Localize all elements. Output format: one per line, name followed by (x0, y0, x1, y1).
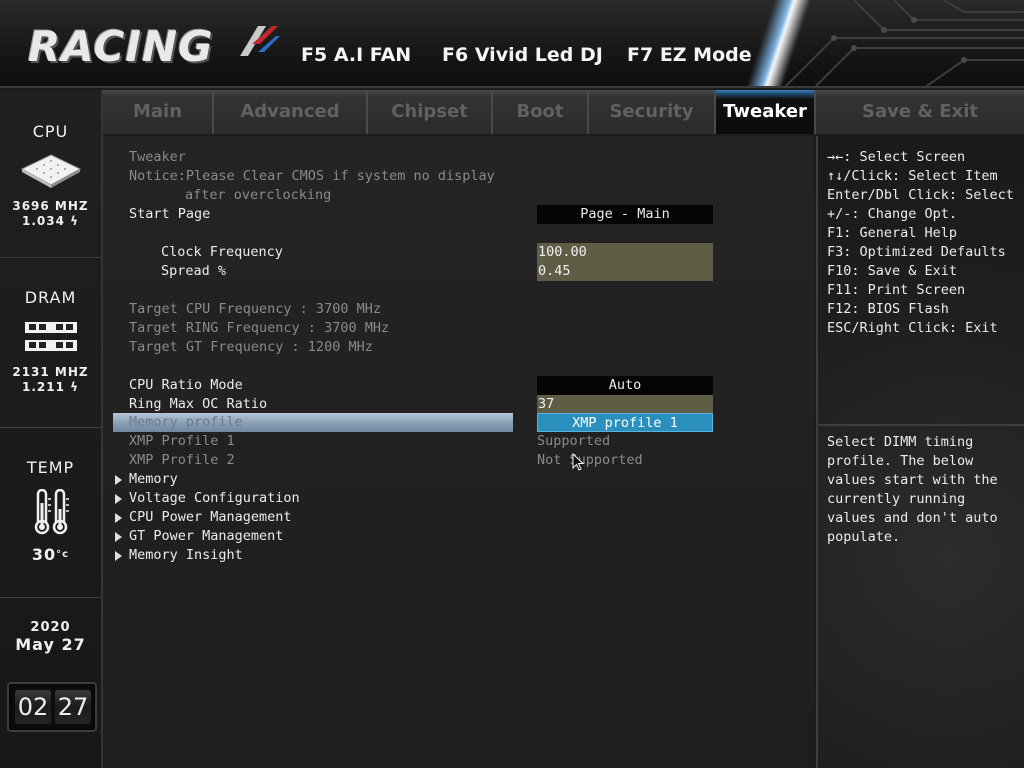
cpu-frequency: 3696 MHZ (12, 199, 89, 213)
cpu-ratio-mode-label: CPU Ratio Mode (129, 377, 243, 393)
racing-logo: RACING (28, 22, 214, 71)
cpu-ratio-mode-value[interactable]: Auto (537, 376, 713, 395)
temperature-value: 30°c (31, 545, 70, 564)
dram-status: DRAM 2131 MHZ 1.211 ϟ (0, 258, 101, 428)
xmp-profile-1-value: Supported (537, 433, 611, 449)
date-month-day: May 27 (15, 635, 86, 654)
tab-main[interactable]: Main (103, 90, 214, 134)
tab-tweaker[interactable]: Tweaker (716, 90, 816, 134)
celsius-icon: °c (56, 549, 70, 560)
xmp-profile-2-label: XMP Profile 2 (129, 452, 235, 468)
submenu-memory[interactable]: Memory (129, 470, 178, 489)
help-key-line: F11: Print Screen (827, 282, 966, 298)
memory-profile-label[interactable]: Memory profile (129, 413, 243, 432)
ring-max-oc-label: Ring Max OC Ratio (129, 396, 268, 412)
bolt-icon: ϟ (64, 214, 80, 228)
dram-frequency: 2131 MHZ (12, 365, 89, 379)
help-key-line: +/-: Change Opt. (827, 206, 958, 222)
submenu-arrow-icon (115, 513, 122, 523)
tab-chipset[interactable]: Chipset (368, 90, 493, 134)
submenu-arrow-icon (115, 494, 122, 504)
cpu-status: CPU 3696 MHZ 1.034 ϟ (0, 90, 101, 258)
help-description-line: profile. The below (827, 453, 974, 469)
spread-label: Spread % (161, 263, 227, 279)
cpu-chip-icon (20, 154, 81, 188)
tab-bar: Main Advanced Chipset Boot Security Twea… (103, 90, 1024, 134)
submenu-arrow-icon (115, 551, 122, 561)
help-description-line: values start with the (827, 472, 998, 488)
fkey-ai-fan[interactable]: F5 A.I FAN (301, 44, 411, 66)
help-key-line: Enter/Dbl Click: Select (827, 187, 1014, 203)
help-key-line: F3: Optimized Defaults (827, 244, 1006, 260)
help-description-line: currently running (827, 491, 966, 507)
bolt-icon: ϟ (64, 380, 80, 394)
submenu-arrow-icon (115, 532, 122, 542)
temp-title: TEMP (26, 458, 75, 477)
clock-hour: 02 (15, 690, 51, 724)
xmp-profile-2-value: Not Supported (537, 452, 643, 468)
help-key-line: F12: BIOS Flash (827, 301, 949, 317)
dram-title: DRAM (24, 288, 77, 307)
ring-max-oc-input[interactable]: 37 (537, 395, 713, 414)
mouse-cursor-icon (572, 453, 584, 471)
start-page-value[interactable]: Page - Main (537, 205, 713, 224)
help-key-line: F10: Save & Exit (827, 263, 958, 279)
help-key-line: F1: General Help (827, 225, 958, 241)
status-sidebar: CPU 3696 MHZ 1.034 ϟ DRAM 2131 MHZ 1.211… (0, 90, 103, 768)
tab-security[interactable]: Security (589, 90, 716, 134)
flip-clock: 02 27 (7, 682, 97, 732)
help-key-line: ESC/Right Click: Exit (827, 320, 998, 336)
cpu-voltage: 1.034 ϟ (21, 214, 80, 228)
section-title: Tweaker (129, 149, 186, 165)
cpu-title: CPU (32, 122, 69, 141)
notice-line-1: Notice:Please Clear CMOS if system no di… (129, 168, 495, 184)
help-description-line: Select DIMM timing (827, 434, 974, 450)
help-panel: →←: Select Screen ↑↓/Click: Select Item … (816, 136, 1024, 768)
submenu-voltage-configuration[interactable]: Voltage Configuration (129, 489, 300, 508)
tab-boot[interactable]: Boot (493, 90, 589, 134)
help-key-line: ↑↓/Click: Select Item (827, 168, 998, 184)
dram-voltage: 1.211 ϟ (21, 380, 80, 394)
temp-status: TEMP 30°c (0, 428, 101, 598)
help-description-line: populate. (827, 529, 901, 545)
notice-line-2: after overclocking (185, 187, 332, 203)
fkey-ez-mode[interactable]: F7 EZ Mode (627, 44, 752, 66)
target-gt-frequency: Target GT Frequency : 1200 MHz (129, 339, 373, 355)
logo-mark-icon (240, 26, 280, 56)
help-divider (818, 424, 1024, 426)
clock-minute: 27 (55, 690, 91, 724)
tab-save-exit[interactable]: Save & Exit (816, 90, 1024, 134)
clock-frequency-label: Clock Frequency (161, 244, 283, 260)
header-bar: RACING F5 A.I FAN F6 Vivid Led DJ F7 EZ … (0, 0, 1024, 88)
target-ring-frequency: Target RING Frequency : 3700 MHz (129, 320, 390, 336)
help-description-line: values and don't auto (827, 510, 998, 526)
date-year: 2020 (30, 620, 71, 635)
clock-frequency-input[interactable]: 100.00 (537, 243, 713, 262)
memory-profile-value[interactable]: XMP profile 1 (537, 413, 713, 432)
help-key-line: →←: Select Screen (827, 149, 966, 165)
fkey-vivid-led-dj[interactable]: F6 Vivid Led DJ (442, 44, 603, 66)
xmp-profile-1-label: XMP Profile 1 (129, 433, 235, 449)
submenu-cpu-power-management[interactable]: CPU Power Management (129, 508, 292, 527)
submenu-gt-power-management[interactable]: GT Power Management (129, 527, 283, 546)
submenu-arrow-icon (115, 475, 122, 485)
thermometer-icon (34, 489, 69, 535)
dram-module-icon (24, 322, 77, 351)
start-page-label: Start Page (129, 206, 211, 222)
tab-advanced[interactable]: Advanced (214, 90, 368, 134)
settings-panel: Tweaker Notice:Please Clear CMOS if syst… (103, 136, 814, 768)
target-cpu-frequency: Target CPU Frequency : 3700 MHz (129, 301, 381, 317)
submenu-memory-insight[interactable]: Memory Insight (129, 546, 243, 565)
spread-input[interactable]: 0.45 (537, 262, 713, 281)
